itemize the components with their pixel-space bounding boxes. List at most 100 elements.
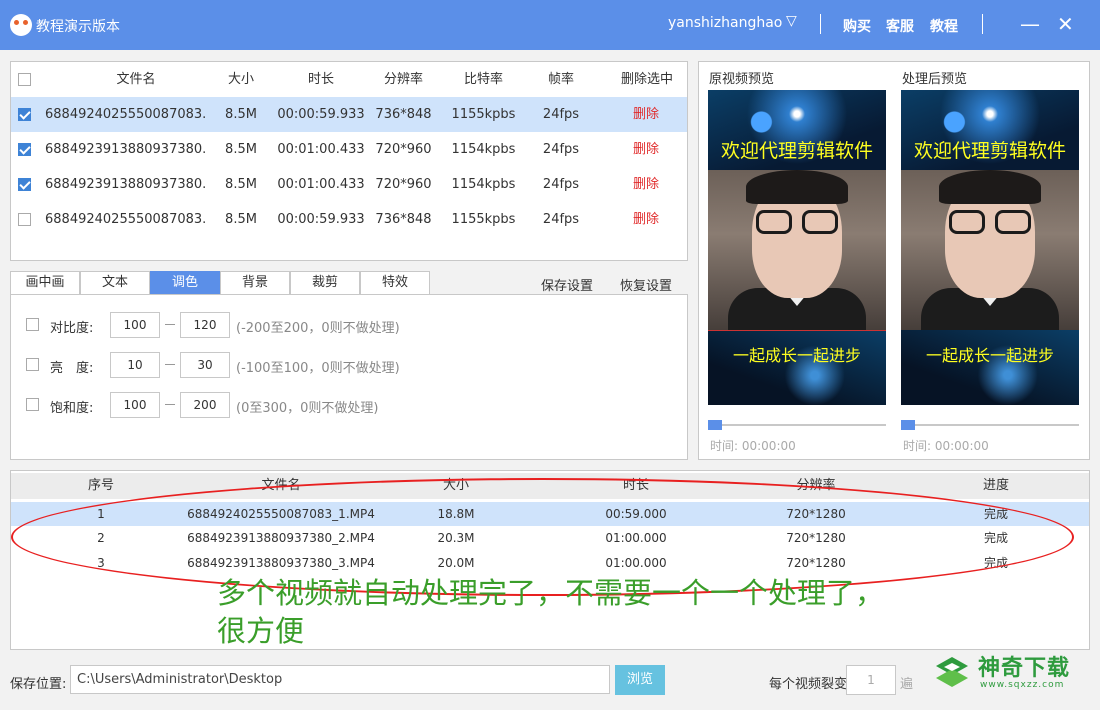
output-table-header: 序号 文件名 大小 时长 分辨率 进度 bbox=[11, 473, 1089, 499]
output-size: 20.3M bbox=[437, 531, 475, 545]
tab-text[interactable]: 文本 bbox=[80, 271, 150, 295]
divider bbox=[982, 14, 983, 34]
save-path-input[interactable]: C:\Users\Administrator\Desktop bbox=[70, 665, 610, 694]
contrast-checkbox[interactable] bbox=[26, 318, 39, 331]
brightness-checkbox[interactable] bbox=[26, 358, 39, 371]
original-seek-track[interactable] bbox=[708, 424, 886, 426]
tab-color[interactable]: 调色 bbox=[150, 271, 220, 295]
divider bbox=[820, 14, 821, 34]
annotation-text-line2: 很方便 bbox=[217, 614, 305, 648]
restore-settings-button[interactable]: 恢复设置 bbox=[620, 275, 672, 294]
glasses-right bbox=[802, 210, 838, 234]
file-bitrate: 1154kpbs bbox=[451, 142, 516, 157]
original-time: 时间: 00:00:00 bbox=[710, 439, 796, 453]
file-name: 6884923913880937380.... bbox=[45, 177, 205, 192]
file-table-header: 文件名 大小 时长 分辨率 比特率 帧率 删除选中 bbox=[11, 62, 687, 97]
header-bitrate: 比特率 bbox=[463, 72, 503, 87]
tab-effects[interactable]: 特效 bbox=[360, 271, 430, 295]
row-checkbox[interactable] bbox=[18, 108, 31, 121]
buy-link[interactable]: 购买 bbox=[843, 16, 871, 36]
saturation-checkbox[interactable] bbox=[26, 398, 39, 411]
glasses-left bbox=[756, 210, 792, 234]
minimize-button[interactable]: — bbox=[1020, 12, 1040, 36]
delete-row-button[interactable]: 删除 bbox=[616, 202, 676, 237]
glasses-right bbox=[995, 210, 1031, 234]
brightness-max-input[interactable]: 30 bbox=[180, 352, 230, 378]
row-checkbox[interactable] bbox=[18, 178, 31, 191]
brightness-label: 亮 度: bbox=[50, 361, 94, 376]
watermark-logo-icon bbox=[936, 657, 968, 687]
file-resolution: 720*960 bbox=[375, 142, 432, 157]
file-fps: 24fps bbox=[542, 212, 580, 227]
row-checkbox[interactable] bbox=[18, 213, 31, 226]
file-bitrate: 1155kpbs bbox=[451, 212, 516, 227]
tab-background[interactable]: 背景 bbox=[220, 271, 290, 295]
select-all-checkbox[interactable] bbox=[18, 73, 31, 86]
row-checkbox[interactable] bbox=[18, 143, 31, 156]
saturation-max-input[interactable]: 200 bbox=[180, 392, 230, 418]
table-row[interactable]: 6884924025550087083.... 8.5M 00:00:59.93… bbox=[11, 97, 687, 132]
file-name: 6884924025550087083.... bbox=[45, 107, 205, 122]
close-button[interactable]: ✕ bbox=[1057, 12, 1074, 36]
delete-row-button[interactable]: 删除 bbox=[616, 97, 676, 132]
processed-preview-title: 处理后预览 bbox=[902, 72, 968, 87]
contrast-min-input[interactable]: 100 bbox=[110, 312, 160, 338]
file-resolution: 736*848 bbox=[375, 212, 432, 227]
delete-row-button[interactable]: 删除 bbox=[616, 132, 676, 167]
video-caption-bottom: 一起成长一起进步 bbox=[732, 346, 861, 365]
support-link[interactable]: 客服 bbox=[886, 16, 914, 36]
output-duration: 00:59.000 bbox=[605, 507, 667, 521]
header-duration: 时长 bbox=[307, 72, 334, 87]
output-resolution: 720*1280 bbox=[786, 507, 846, 521]
browse-button[interactable]: 浏览 bbox=[615, 665, 665, 695]
range-dash bbox=[165, 324, 175, 325]
delete-selected-button[interactable]: 删除选中 bbox=[611, 62, 683, 97]
delete-row-button[interactable]: 删除 bbox=[616, 167, 676, 202]
header-resolution: 分辨率 bbox=[796, 478, 836, 493]
original-seek-thumb[interactable] bbox=[708, 420, 722, 430]
processed-video-preview[interactable]: 欢迎代理剪辑软件 一起成长一起进步 bbox=[901, 90, 1079, 405]
username-menu[interactable]: yanshizhanghao bbox=[668, 15, 782, 31]
split-count-label: 每个视频裂变 bbox=[769, 677, 848, 692]
file-duration: 00:01:00.433 bbox=[277, 142, 365, 157]
output-row[interactable]: 2 6884923913880937380_2.MP4 20.3M 01:00.… bbox=[11, 526, 1089, 550]
chevron-down-icon[interactable]: ▽ bbox=[786, 13, 797, 29]
glasses-left bbox=[949, 210, 985, 234]
header-resolution: 分辨率 bbox=[383, 72, 423, 87]
file-resolution: 720*960 bbox=[375, 177, 432, 192]
title-bar: 教程演示版本 yanshizhanghao ▽ 购买 客服 教程 — ✕ bbox=[0, 0, 1100, 50]
saturation-min-input[interactable]: 100 bbox=[110, 392, 160, 418]
table-row[interactable]: 6884923913880937380.... 8.5M 00:01:00.43… bbox=[11, 132, 687, 167]
table-row[interactable]: 6884924025550087083.... 8.5M 00:00:59.93… bbox=[11, 202, 687, 237]
save-settings-button[interactable]: 保存设置 bbox=[541, 275, 593, 294]
header-progress: 进度 bbox=[982, 478, 1009, 493]
video-caption-top: 欢迎代理剪辑软件 bbox=[913, 140, 1066, 162]
processed-seek-track[interactable] bbox=[901, 424, 1079, 426]
original-video-preview[interactable]: 欢迎代理剪辑软件 一起成长一起进步 bbox=[708, 90, 886, 405]
output-filename: 6884923913880937380_2.MP4 bbox=[187, 531, 375, 545]
file-size: 8.5M bbox=[225, 107, 257, 122]
contrast-label: 对比度: bbox=[50, 321, 94, 336]
split-count-input[interactable]: 1 bbox=[846, 665, 896, 695]
output-index: 3 bbox=[97, 556, 105, 570]
watermark-brand: 神奇下载 bbox=[978, 656, 1071, 681]
header-size: 大小 bbox=[227, 72, 254, 87]
file-fps: 24fps bbox=[542, 107, 580, 122]
video-frame bbox=[708, 170, 886, 330]
file-duration: 00:01:00.433 bbox=[277, 177, 365, 192]
output-size: 18.8M bbox=[437, 507, 475, 521]
output-progress: 完成 bbox=[983, 531, 1008, 545]
tab-crop[interactable]: 裁剪 bbox=[290, 271, 360, 295]
output-filename: 6884924025550087083_1.MP4 bbox=[187, 507, 375, 521]
processed-seek-thumb[interactable] bbox=[901, 420, 915, 430]
table-row[interactable]: 6884923913880937380.... 8.5M 00:01:00.43… bbox=[11, 167, 687, 202]
brightness-min-input[interactable]: 10 bbox=[110, 352, 160, 378]
output-resolution: 720*1280 bbox=[786, 531, 846, 545]
contrast-max-input[interactable]: 120 bbox=[180, 312, 230, 338]
file-list-panel: 文件名 大小 时长 分辨率 比特率 帧率 删除选中 68849240255500… bbox=[10, 61, 688, 261]
saturation-label: 饱和度: bbox=[50, 401, 94, 416]
tab-pip[interactable]: 画中画 bbox=[10, 271, 80, 295]
tutorial-link[interactable]: 教程 bbox=[930, 16, 958, 36]
header-size: 大小 bbox=[442, 478, 469, 493]
output-row[interactable]: 1 6884924025550087083_1.MP4 18.8M 00:59.… bbox=[11, 502, 1089, 526]
